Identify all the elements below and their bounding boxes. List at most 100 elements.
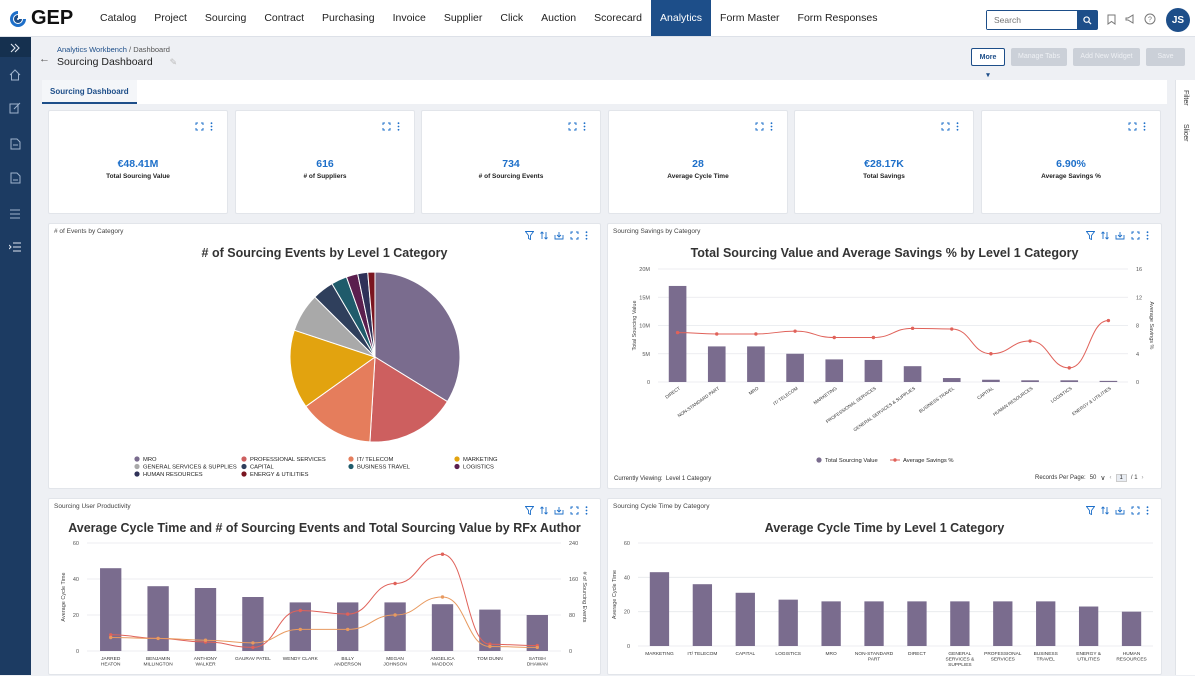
legend-label: MARKETING [463, 457, 498, 463]
search-button[interactable] [1077, 11, 1097, 29]
more-button[interactable]: More ▾ [971, 48, 1005, 79]
tab-sourcing-dashboard[interactable]: Sourcing Dashboard [42, 80, 137, 104]
legend-marker [134, 456, 140, 462]
page-current[interactable]: 1 [1115, 474, 1127, 482]
add-widget-button[interactable]: Add New Widget [1073, 48, 1140, 66]
back-arrow-icon[interactable]: ← [39, 53, 50, 65]
nav-item-invoice[interactable]: Invoice [384, 0, 435, 36]
pie-chart: MRO PROFESSIONAL SERVICES IT/ TELECOM MARKE… [134, 271, 498, 478]
nav-item-contract[interactable]: Contract [255, 0, 313, 36]
document-icon[interactable] [8, 137, 22, 151]
next-page-icon[interactable]: › [1142, 475, 1144, 481]
legend-label: ENERGY & UTILITIES [250, 472, 309, 478]
pencil-icon[interactable]: ✎ [170, 57, 178, 67]
x-tick-label: SATISH DHAWAN [527, 656, 548, 668]
gep-logo[interactable]: GEP [8, 7, 73, 30]
series-line [110, 553, 538, 648]
kpi-actions [941, 118, 959, 136]
kebab-icon[interactable] [583, 118, 586, 136]
home-icon[interactable] [8, 68, 22, 82]
nav-item-sourcing[interactable]: Sourcing [196, 0, 255, 36]
x-tick-label: DIRECT [908, 651, 926, 657]
kebab-icon[interactable] [770, 118, 773, 136]
x-tick-label: BILLY ANDERSON [334, 656, 362, 668]
expand-icon[interactable] [195, 118, 204, 136]
kpi-actions [568, 118, 586, 136]
breadcrumb-current: Dashboard [133, 45, 170, 54]
kpi-card: 28 Average Cycle Time [608, 110, 788, 214]
nav-item-form-master[interactable]: Form Master [711, 0, 789, 36]
nav-item-click[interactable]: Click [491, 0, 532, 36]
bar [786, 353, 804, 382]
expand-icon[interactable] [8, 41, 22, 55]
megaphone-icon[interactable] [1124, 13, 1136, 25]
bar [907, 601, 927, 646]
y-tick-label: 40 [73, 577, 79, 583]
user-avatar[interactable]: JS [1166, 8, 1190, 32]
chevron-down-icon[interactable]: ∨ [1100, 474, 1105, 482]
kebab-icon[interactable] [397, 118, 400, 136]
save-button[interactable]: Save [1146, 48, 1185, 66]
list-icon[interactable] [8, 207, 22, 221]
x-tick-label: NON-STANDARD PART [855, 651, 894, 663]
bar [735, 592, 755, 646]
manage-tabs-button[interactable]: Manage Tabs [1011, 48, 1067, 66]
x-tick-label: LOGISTICS [775, 651, 801, 657]
kebab-icon[interactable] [1143, 118, 1146, 136]
line-point [989, 352, 993, 356]
y2-tick-label: 12 [1136, 295, 1142, 301]
bar [747, 346, 765, 382]
nav-item-purchasing[interactable]: Purchasing [313, 0, 384, 36]
nav-item-supplier[interactable]: Supplier [435, 0, 492, 36]
line-point [1028, 339, 1032, 343]
events-by-category-panel: # of Events by Category # of Sourcing Ev… [48, 223, 601, 489]
expand-icon[interactable] [382, 118, 391, 136]
bookmark-icon[interactable] [1105, 13, 1117, 25]
bar [1078, 606, 1099, 646]
edit-icon[interactable] [8, 101, 22, 115]
legend-marker [454, 463, 460, 470]
bar [692, 584, 713, 646]
line-point [251, 645, 255, 650]
line-point [203, 638, 208, 642]
expand-icon[interactable] [755, 118, 764, 136]
records-per-page-select[interactable]: 50 [1090, 475, 1097, 481]
bar-chart: 0 20 40 60 Average Cycle Time MARKETING IT/ TE… [612, 541, 1153, 668]
help-icon[interactable]: ? [1144, 13, 1156, 25]
menu-list-icon[interactable] [8, 240, 22, 254]
bar [1021, 380, 1039, 382]
search-input[interactable] [987, 11, 1077, 29]
x-tick-label: LOGISTICS [1050, 386, 1073, 404]
nav-item-project[interactable]: Project [145, 0, 196, 36]
legend-marker [134, 471, 140, 477]
nav-item-scorecard[interactable]: Scorecard [585, 0, 651, 36]
line-point [488, 644, 492, 649]
legend-marker [134, 463, 140, 470]
kpi-value: 6.90% [1056, 158, 1086, 170]
expand-icon[interactable] [1128, 118, 1137, 136]
x-tick-label: MRO [748, 385, 760, 395]
nav-item-auction[interactable]: Auction [532, 0, 585, 36]
y-tick-label: 20 [624, 610, 630, 616]
breadcrumb-link[interactable]: Analytics Workbench [57, 45, 127, 54]
kebab-icon[interactable] [956, 118, 959, 136]
legend-label: CAPITAL [250, 465, 275, 471]
slicer-tab[interactable]: Slicer [1182, 124, 1189, 142]
nav-item-catalog[interactable]: Catalog [91, 0, 145, 36]
x-tick-label: MARKETING [645, 651, 674, 657]
x-tick-label: GENERAL SERVICES & SUPPLIES [852, 386, 916, 433]
x-tick-label: BENJAMIN MILLINGTON [143, 656, 173, 668]
filter-tab[interactable]: Filter [1182, 90, 1189, 106]
nav-item-analytics[interactable]: Analytics [651, 0, 712, 36]
expand-icon[interactable] [941, 118, 950, 136]
report-icon[interactable] [8, 171, 22, 185]
prev-page-icon[interactable]: ‹ [1110, 475, 1112, 481]
expand-icon[interactable] [568, 118, 577, 136]
x-tick-label: BUSINESS TRAVEL [918, 385, 956, 413]
y2-tick-label: 240 [569, 541, 578, 547]
line-point [1106, 318, 1111, 323]
kebab-icon[interactable] [210, 118, 213, 136]
line-point [793, 329, 797, 333]
legend-label: Average Savings % [903, 458, 954, 464]
nav-item-form-responses[interactable]: Form Responses [789, 0, 887, 36]
